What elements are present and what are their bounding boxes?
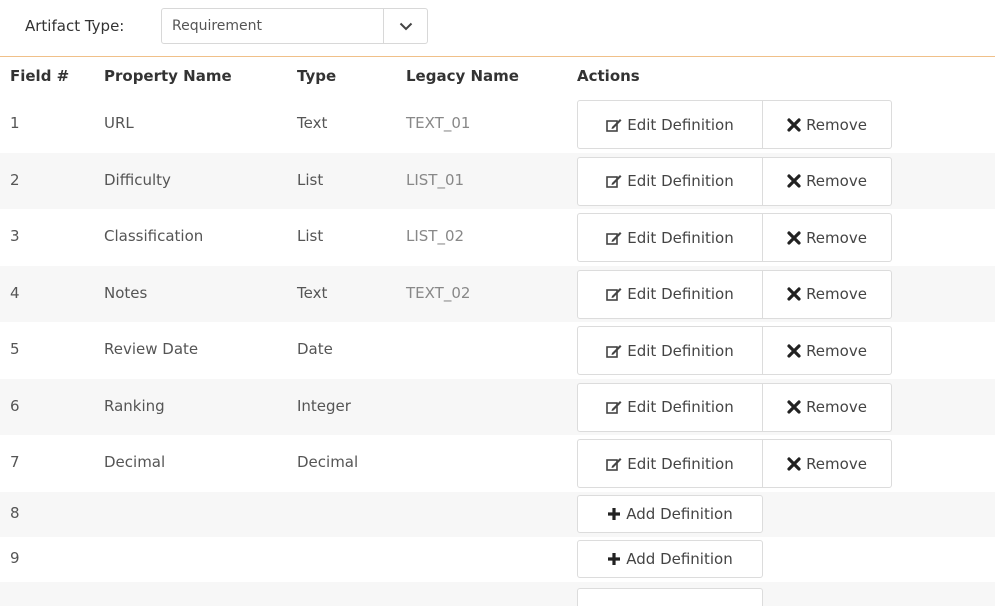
table-row: 2 Difficulty List LIST_01 Edit Definition Rem… xyxy=(0,152,995,209)
header-type: Type xyxy=(297,67,337,85)
add-definition-button[interactable] xyxy=(577,587,763,606)
type-cell: Text xyxy=(297,283,328,302)
edit-definition-button[interactable]: Edit Definition xyxy=(577,269,763,319)
x-icon xyxy=(787,343,801,358)
property-name-cell: Difficulty xyxy=(104,170,171,189)
x-icon xyxy=(787,287,801,301)
type-cell: Decimal xyxy=(297,453,359,471)
filter-bar: Artifact Type: Requirement xyxy=(0,0,995,56)
field-number-cell: 7 xyxy=(10,453,20,471)
property-name-cell: Notes xyxy=(104,283,148,302)
legacy-name-cell: LIST_01 xyxy=(406,170,465,189)
table-row: 8 Add Definition xyxy=(0,491,995,537)
edit-definition-label: Edit Definition xyxy=(627,115,734,134)
legacy-name-cell: TEXT_02 xyxy=(406,283,471,302)
type-cell: Date xyxy=(297,340,333,358)
edit-icon xyxy=(606,457,622,471)
edit-definition-label: Edit Definition xyxy=(627,454,734,473)
artifact-type-select[interactable]: Requirement xyxy=(161,8,428,44)
remove-label: Remove xyxy=(806,454,867,473)
header-actions: Actions xyxy=(577,67,640,85)
edit-icon xyxy=(606,344,622,358)
field-number-cell: 1 xyxy=(10,114,20,132)
add-definition-label: Add Definition xyxy=(626,504,733,523)
edit-definition-label: Edit Definition xyxy=(627,285,734,303)
type-cell: Text xyxy=(297,114,328,132)
field-number-cell: 9 xyxy=(10,548,20,567)
edit-icon xyxy=(606,400,622,414)
custom-properties-table: Field # Property Name Type Legacy Name A… xyxy=(0,56,995,606)
remove-button[interactable]: Remove xyxy=(762,156,892,206)
edit-definition-label: Edit Definition xyxy=(627,398,734,416)
field-number-cell: 6 xyxy=(10,396,20,415)
add-definition-button[interactable]: Add Definition xyxy=(577,539,763,578)
edit-icon xyxy=(606,231,622,245)
header-property-name: Property Name xyxy=(104,67,232,85)
edit-definition-label: Edit Definition xyxy=(627,341,734,360)
field-number-cell: 4 xyxy=(10,283,20,302)
type-cell: Integer xyxy=(297,396,351,415)
field-number-cell: 8 xyxy=(10,503,20,522)
x-icon xyxy=(787,117,801,132)
table-body: 1 URL Text TEXT_01 Edit Definition Remove 2 Dif… xyxy=(0,96,995,606)
table-row: 6 Ranking Integer Edit Definition Remove xyxy=(0,378,995,435)
edit-definition-button[interactable]: Edit Definition xyxy=(577,213,763,262)
header-legacy-name: Legacy Name xyxy=(406,67,519,85)
remove-label: Remove xyxy=(806,115,867,134)
edit-definition-button[interactable]: Edit Definition xyxy=(577,382,763,432)
header-field-number: Field # xyxy=(10,67,70,85)
remove-label: Remove xyxy=(806,228,867,247)
add-definition-button[interactable]: Add Definition xyxy=(577,494,763,533)
edit-icon xyxy=(606,287,622,301)
remove-button[interactable]: Remove xyxy=(762,382,892,432)
remove-button[interactable]: Remove xyxy=(762,439,892,488)
artifact-type-label: Artifact Type: xyxy=(25,17,125,35)
x-icon xyxy=(787,400,801,414)
remove-button[interactable]: Remove xyxy=(762,326,892,375)
table-row xyxy=(0,581,995,606)
plus-icon xyxy=(607,507,621,521)
table-row: 3 Classification List LIST_02 Edit Definitio… xyxy=(0,209,995,266)
property-name-cell: Ranking xyxy=(104,396,165,415)
remove-label: Remove xyxy=(806,398,867,416)
remove-label: Remove xyxy=(806,341,867,360)
plus-icon xyxy=(607,552,621,566)
table-header: Field # Property Name Type Legacy Name A… xyxy=(0,56,995,96)
edit-icon xyxy=(606,174,622,188)
property-name-cell: URL xyxy=(104,114,134,132)
table-row: 7 Decimal Decimal Edit Definition Remove xyxy=(0,435,995,492)
legacy-name-cell: LIST_02 xyxy=(406,227,465,245)
type-cell: List xyxy=(297,227,324,245)
table-row: 9 Add Definition xyxy=(0,537,995,582)
remove-button[interactable]: Remove xyxy=(762,269,892,319)
remove-label: Remove xyxy=(806,285,867,303)
x-icon xyxy=(787,174,801,188)
type-cell: List xyxy=(297,170,324,189)
edit-definition-label: Edit Definition xyxy=(627,228,734,247)
remove-button[interactable]: Remove xyxy=(762,100,892,149)
edit-definition-button[interactable]: Edit Definition xyxy=(577,100,763,149)
remove-button[interactable]: Remove xyxy=(762,213,892,262)
edit-definition-button[interactable]: Edit Definition xyxy=(577,326,763,375)
x-icon xyxy=(787,230,801,245)
property-name-cell: Review Date xyxy=(104,340,199,358)
edit-definition-button[interactable]: Edit Definition xyxy=(577,439,763,488)
legacy-name-cell: TEXT_01 xyxy=(406,114,471,132)
field-number-cell: 3 xyxy=(10,227,20,245)
edit-definition-label: Edit Definition xyxy=(627,172,734,190)
edit-icon xyxy=(606,118,622,132)
add-definition-label: Add Definition xyxy=(626,549,733,568)
edit-definition-button[interactable]: Edit Definition xyxy=(577,156,763,206)
field-number-cell: 2 xyxy=(10,170,20,189)
chevron-down-icon[interactable] xyxy=(383,9,427,43)
field-number-cell: 5 xyxy=(10,340,20,358)
table-row: 4 Notes Text TEXT_02 Edit Definition Remove xyxy=(0,265,995,322)
table-row: 1 URL Text TEXT_01 Edit Definition Remove xyxy=(0,96,995,153)
table-row: 5 Review Date Date Edit Definition Remove xyxy=(0,322,995,379)
artifact-type-value: Requirement xyxy=(172,18,263,34)
x-icon xyxy=(787,456,801,471)
property-name-cell: Decimal xyxy=(104,453,166,471)
remove-label: Remove xyxy=(806,172,867,190)
property-name-cell: Classification xyxy=(104,227,204,245)
